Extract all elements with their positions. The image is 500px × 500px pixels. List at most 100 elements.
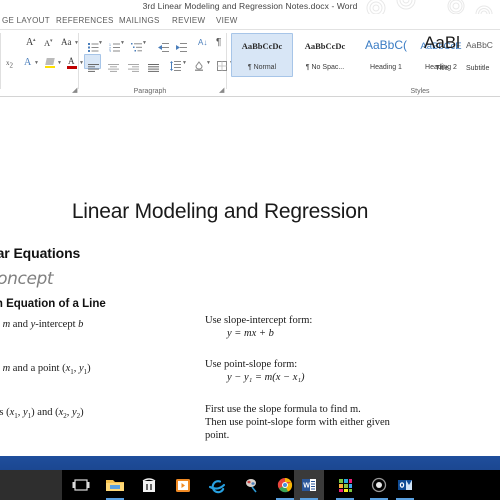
title-bar: 3rd Linear Modeling and Regression Notes… [0,0,500,14]
row-method: Use slope-intercept form: y = mx + b [205,315,312,339]
taskbar-search-box[interactable] [0,470,62,500]
style-preview: AaBbCcDc [304,41,346,51]
grow-font-button[interactable]: A ▴ [22,34,37,49]
row-method-formula: y − y₁ = m(x − x₁) [227,372,305,383]
decrease-indent-button[interactable] [155,34,170,52]
row-method-label: Use slope-intercept form: [205,315,313,326]
line-spacing-button[interactable]: ▼ [166,54,187,71]
change-case-icon: Aa [61,37,72,47]
sort-button[interactable]: A↓ [194,34,209,49]
justify-button[interactable] [144,54,161,72]
tab-page-layout[interactable]: GE LAYOUT [2,16,50,25]
taskbar-internet-explorer-button[interactable] [202,470,232,500]
align-left-icon [88,59,99,77]
align-center-icon [108,59,119,77]
up-arrow-icon: ▴ [33,37,36,43]
show-formatting-marks-button[interactable]: ¶ [211,34,225,49]
align-right-button[interactable] [124,54,141,72]
row-method-extra: Then use point-slope form with either gi… [205,417,390,441]
tab-mailings[interactable]: MAILINGS [119,16,160,25]
align-center-button[interactable] [104,54,121,72]
word-application-window: 3rd Linear Modeling and Regression Notes… [0,0,500,456]
shrink-font-button[interactable]: A ▾ [40,34,55,49]
document-heading-1: g Linear Equations [0,245,81,261]
row-method: First use the slope formula to find m. T… [205,403,395,442]
paint-icon [246,479,257,493]
microsoft-word-icon: W [302,479,316,491]
styles-group-label: Styles [410,88,430,95]
text-highlight-button[interactable]: ▼ [42,54,62,69]
document-canvas[interactable]: Linear Modeling and Regression g Linear … [0,97,500,456]
svg-text:W: W [303,483,310,490]
table-row: ven slope m and a point (x1, y1) Use poi… [0,359,480,407]
font-dialog-launcher[interactable]: ◢ [72,87,79,94]
document-title-heading: Linear Modeling and Regression [71,200,369,223]
text-effects-button[interactable]: A ▼ [20,54,40,69]
bullets-button[interactable]: ▼ [84,34,103,52]
windows-taskbar: W [0,470,500,500]
paragraph-dialog-launcher[interactable]: ◢ [219,87,226,94]
screen-recorder-icon [371,477,387,493]
shading-button[interactable]: ▼ [190,54,211,71]
style-normal[interactable]: AaBbCcDc ¶ Normal [231,33,293,77]
style-no-spacing[interactable]: AaBbCcDc ¶ No Spac... [294,33,356,77]
window-title: 3rd Linear Modeling and Regression Notes… [142,1,358,11]
style-title[interactable]: AaBl Title [418,33,466,77]
style-heading-1[interactable]: AaBbC( Heading 1 [357,33,415,77]
taskbar-colorful-tiles-app-button[interactable] [330,470,360,500]
font-size-box[interactable] [4,34,19,49]
tab-references[interactable]: REFERENCES [56,16,114,25]
media-player-icon [176,479,190,492]
subscript-button[interactable]: x2 [2,54,16,69]
microsoft-store-icon [142,478,156,492]
borders-button[interactable]: ▼ [213,54,234,71]
internet-explorer-icon [208,480,226,494]
chevron-down-icon: ▼ [57,60,62,66]
task-view-icon [72,479,90,491]
row-method-label: First use the slope formula to find m. [205,404,361,415]
row-condition: ven slope m and y-intercept b [2,319,84,330]
document-subheading: iting an Equation of a Line [0,298,106,310]
taskbar-microsoft-word-button[interactable]: W [294,470,324,500]
chevron-down-icon: ▼ [120,40,125,46]
document-heading-core-concept: ore Concept [0,269,54,289]
text-effects-icon: A [24,57,32,68]
window-bottom-blue-bar [0,456,500,470]
style-subtitle[interactable]: AaBbC Subtitle [466,33,500,77]
chevron-down-icon: ▼ [142,40,147,46]
chevron-down-icon: ▼ [98,40,103,46]
taskbar-microsoft-store-button[interactable] [134,470,164,500]
font-color-icon: A [68,56,75,66]
taskbar-outlook-button[interactable] [390,470,420,500]
chevron-down-icon: ▼ [34,60,39,66]
style-preview: AaBbC( [364,38,408,52]
justify-icon [148,59,159,77]
numbering-button[interactable]: 123 ▼ [106,34,125,54]
change-case-button[interactable]: Aa ▼ [58,34,80,49]
concept-table: ven slope m and y-intercept b Use slope-… [0,315,480,451]
chevron-down-icon: ▼ [206,60,211,66]
style-name: ¶ Normal [247,64,277,71]
row-condition: ven points (x1, y1) and (x2, y2) [0,407,84,421]
table-row: ven points (x1, y1) and (x2, y2) First u… [0,404,480,451]
tab-review[interactable]: REVIEW [172,16,205,25]
tab-view[interactable]: VIEW [216,16,238,25]
svg-text:3: 3 [109,50,111,53]
taskbar-media-player-button[interactable] [168,470,198,500]
taskbar-paint-button[interactable] [236,470,266,500]
font-color-button[interactable]: A ▼ [64,54,84,69]
multilevel-list-button[interactable]: ▼ [128,34,147,52]
taskbar-task-view-button[interactable] [66,470,96,500]
shading-icon [194,58,204,76]
taskbar-file-explorer-button[interactable] [100,470,130,500]
highlight-icon [45,58,55,65]
style-name: Heading 1 [370,64,402,71]
pilcrow-icon: ¶ [216,37,222,48]
increase-indent-button[interactable] [173,34,188,52]
borders-icon [217,58,227,76]
align-left-button[interactable] [84,54,101,72]
row-method-formula: y = mx + b [227,328,274,339]
row-condition: ven slope m and a point (x1, y1) [2,363,91,377]
google-chrome-icon [277,478,293,493]
